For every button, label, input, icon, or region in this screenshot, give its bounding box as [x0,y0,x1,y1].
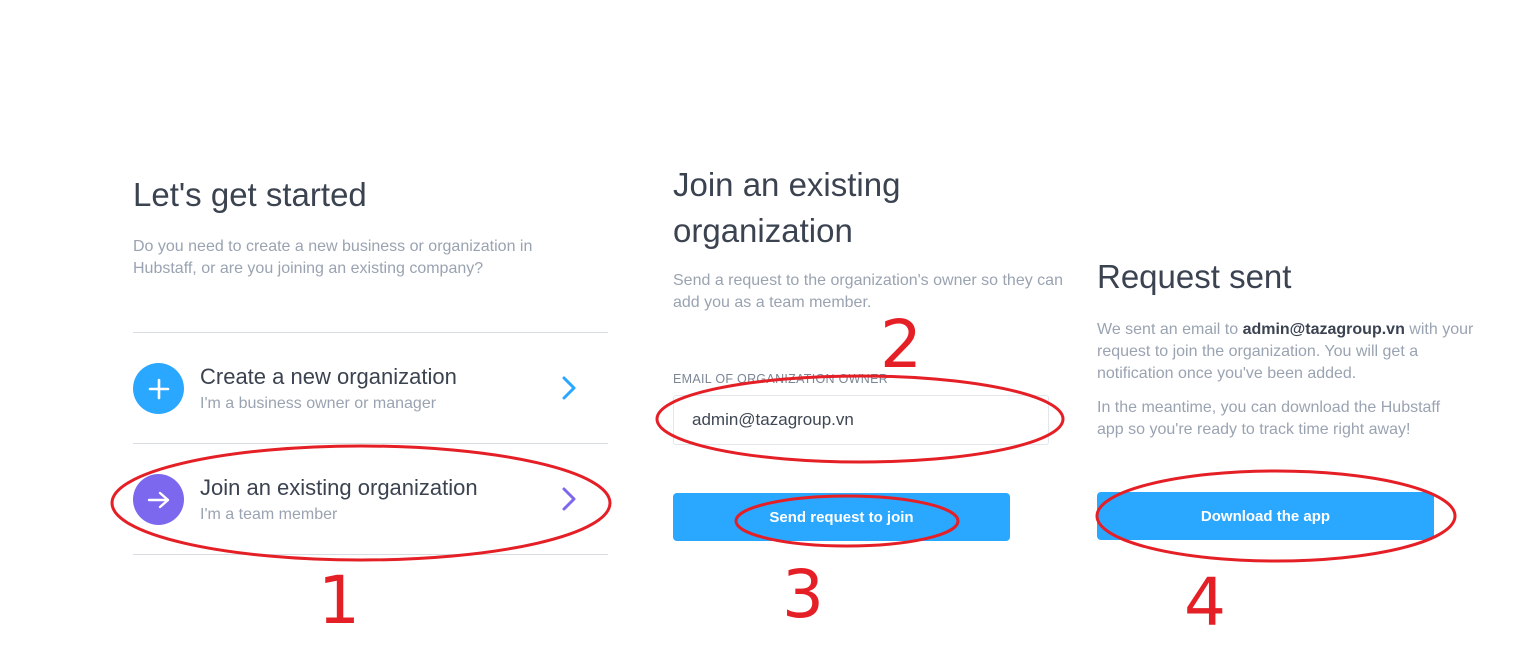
owner-email-input[interactable] [673,395,1049,445]
annotation-step-number: 2 [880,306,922,383]
annotation-step-number: 1 [318,562,360,639]
plus-icon [133,363,184,414]
annotation-step-number: 3 [782,556,824,633]
option-subtitle: I'm a business owner or manager [200,395,437,412]
download-app-button[interactable]: Download the app [1097,492,1434,540]
join-organization-option[interactable]: Join an existing organization I'm a team… [133,444,608,554]
request-sent-description: We sent an email to admin@tazagroup.vn w… [1097,319,1487,385]
option-title: Join an existing organization [200,475,478,500]
send-request-button[interactable]: Send request to join [673,493,1010,541]
start-title: Let's get started [133,176,367,213]
chevron-right-icon [562,487,576,511]
join-title: Join an existing organization [673,166,901,249]
arrow-right-icon [133,474,184,525]
start-description: Do you need to create a new business or … [133,238,533,277]
annotation-step-number: 4 [1184,564,1226,641]
join-description: Send a request to the organization's own… [673,272,1063,311]
sent-email: admin@tazagroup.vn [1242,321,1405,338]
email-field-label: EMAIL OF ORGANIZATION OWNER [673,372,889,386]
request-sent-title: Request sent [1097,258,1292,295]
option-title: Create a new organization [200,364,457,389]
create-organization-option[interactable]: Create a new organization I'm a business… [133,333,608,443]
desc-prefix: We sent an email to [1097,321,1243,338]
chevron-right-icon [562,376,576,400]
option-subtitle: I'm a team member [200,506,338,523]
download-hint: In the meantime, you can download the Hu… [1097,399,1441,438]
divider [133,554,608,555]
